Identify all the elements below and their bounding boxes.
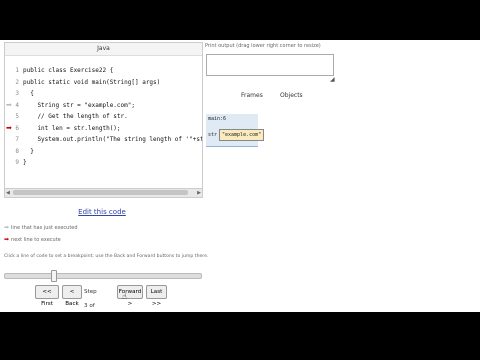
pointer-cursor-icon: ☝ (122, 292, 127, 301)
legend-executed: ➡ line that has just executed (4, 224, 78, 231)
variable-name: str (208, 132, 218, 138)
scroll-left-icon[interactable]: ◀ (6, 189, 10, 197)
line-number: 9 (15, 159, 19, 166)
code-line[interactable]: ➡ 4 String str = "example.com"; (5, 100, 202, 112)
slider-handle[interactable] (51, 270, 57, 282)
code-column: Java 1 public class Exercise22 { 2 public … (0, 40, 208, 312)
first-button[interactable]: << First (35, 285, 59, 307)
resize-handle-icon[interactable]: ◢ (330, 76, 335, 83)
visualizer-app: Java 1 public class Exercise22 { 2 public … (0, 40, 480, 312)
code-text: { (23, 90, 34, 97)
line-number: 4 (15, 101, 19, 109)
visualization-column: Print output (drag lower right corner to… (204, 40, 480, 312)
language-label: Java (5, 43, 202, 56)
scroll-right-icon[interactable]: ▶ (197, 189, 201, 197)
legend-next-label: next line to execute (11, 237, 61, 243)
code-lines: 1 public class Exercise22 { 2 public stati… (5, 65, 202, 169)
print-output-box[interactable] (206, 54, 334, 76)
last-button[interactable]: Last >> (146, 285, 167, 307)
code-text: public class Exercise22 { (23, 67, 114, 74)
objects-header: Objects (280, 92, 303, 99)
code-line[interactable]: 5 // Get the length of str. (5, 111, 202, 123)
variable-value: "example.com" (219, 129, 265, 141)
code-text: } (23, 159, 27, 166)
stack-frame: main:6 str "example.com" (206, 114, 265, 147)
scrollbar-thumb[interactable] (13, 190, 188, 195)
line-number: 6 (15, 124, 19, 132)
breakpoint-hint: Click a line of code to set a breakpoint… (4, 254, 209, 259)
code-line[interactable]: 3 { (5, 88, 202, 100)
line-number: 2 (15, 78, 19, 86)
code-text: System.out.println("The string length of… (37, 136, 202, 143)
code-horizontal-scrollbar[interactable]: ◀ ▶ (4, 188, 203, 198)
code-line[interactable]: 1 public class Exercise22 { (5, 65, 202, 77)
code-text: public static void main(String[] args) (23, 78, 161, 86)
line-number: 8 (15, 147, 19, 155)
code-text: String str = "example.com"; (23, 101, 135, 109)
line-number: 3 (15, 90, 19, 97)
next-line-arrow-icon: ➡ (4, 236, 10, 243)
executed-arrow-icon: ➡ (4, 224, 10, 231)
line-number: 5 (15, 113, 19, 120)
code-line[interactable]: 8 } (5, 146, 202, 158)
line-number: 1 (15, 67, 19, 74)
back-button[interactable]: < Back (62, 285, 82, 307)
frame-name: main:6 (208, 116, 227, 122)
edit-code-link[interactable]: Edit this code (0, 208, 204, 216)
code-text: } (23, 147, 34, 155)
step-counter: Step 3 of 5 (84, 289, 97, 309)
code-line[interactable]: ➡ 6 int len = str.length(); (5, 123, 202, 135)
execution-slider[interactable] (4, 270, 202, 282)
code-text: int len = str.length(); (23, 124, 121, 132)
code-line[interactable]: 2 public static void main(String[] args) (5, 77, 202, 89)
print-output-label: Print output (drag lower right corner to… (205, 43, 321, 49)
code-text: // Get the length of str. (23, 113, 128, 120)
forward-button[interactable]: Forward > (117, 285, 143, 307)
line-number: 7 (15, 136, 19, 143)
legend-executed-label: line that has just executed (11, 225, 78, 231)
code-line[interactable]: 9} (5, 157, 202, 169)
legend-next: ➡ next line to execute (4, 236, 61, 243)
frames-header: Frames (241, 92, 263, 99)
code-line[interactable]: 7 System.out.println("The string length … (5, 134, 202, 146)
code-panel: Java 1 public class Exercise22 { 2 public … (4, 42, 203, 190)
